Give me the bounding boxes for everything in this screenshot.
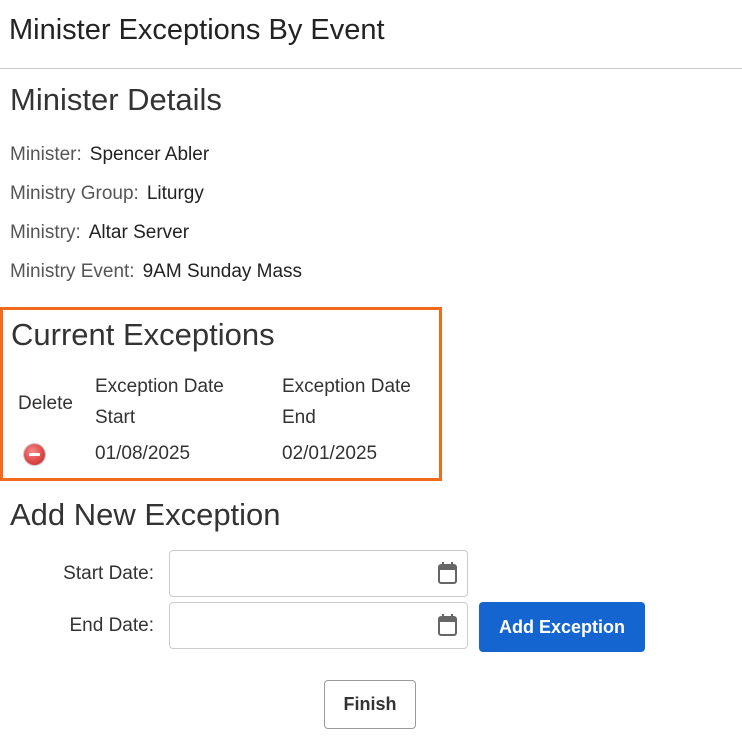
title-divider — [0, 68, 742, 69]
calendar-icon[interactable] — [438, 562, 457, 584]
add-new-exception-heading: Add New Exception — [10, 497, 281, 532]
start-date-input[interactable] — [169, 550, 468, 597]
detail-label: Ministry Group: — [10, 183, 139, 204]
end-date-input[interactable] — [169, 602, 468, 649]
detail-row-ministry-event: Ministry Event: 9AM Sunday Mass — [10, 261, 302, 283]
minister-details-heading: Minister Details — [10, 82, 222, 117]
calendar-icon[interactable] — [438, 614, 457, 636]
column-header-start-line1: Exception Date — [95, 376, 224, 397]
end-date-label: End Date: — [69, 615, 155, 636]
column-header-end-line2: End — [282, 407, 316, 428]
detail-value: Spencer Abler — [89, 144, 210, 165]
page-title: Minister Exceptions By Event — [9, 14, 385, 46]
minus-bar — [29, 453, 40, 456]
detail-label: Ministry: — [10, 222, 81, 243]
detail-value: Liturgy — [146, 183, 204, 204]
detail-value: 9AM Sunday Mass — [142, 261, 303, 282]
exception-start-date: 01/08/2025 — [95, 443, 191, 464]
detail-label: Ministry Event: — [10, 261, 135, 282]
exception-end-date: 02/01/2025 — [282, 443, 378, 464]
detail-row-ministry-group: Ministry Group: Liturgy — [10, 183, 204, 205]
remove-circle-icon[interactable] — [24, 444, 45, 465]
column-header-start-line2: Start — [95, 407, 136, 428]
column-header-end-line1: Exception Date — [282, 376, 411, 397]
detail-label: Minister: — [10, 144, 82, 165]
start-date-label: Start Date: — [63, 563, 154, 584]
add-exception-button[interactable]: Add Exception — [479, 602, 645, 652]
current-exceptions-heading: Current Exceptions — [11, 317, 275, 352]
finish-button[interactable]: Finish — [324, 680, 416, 729]
detail-row-ministry: Ministry: Altar Server — [10, 222, 189, 244]
detail-row-minister: Minister: Spencer Abler — [10, 144, 209, 166]
detail-value: Altar Server — [88, 222, 190, 243]
column-header-delete: Delete — [18, 393, 73, 414]
